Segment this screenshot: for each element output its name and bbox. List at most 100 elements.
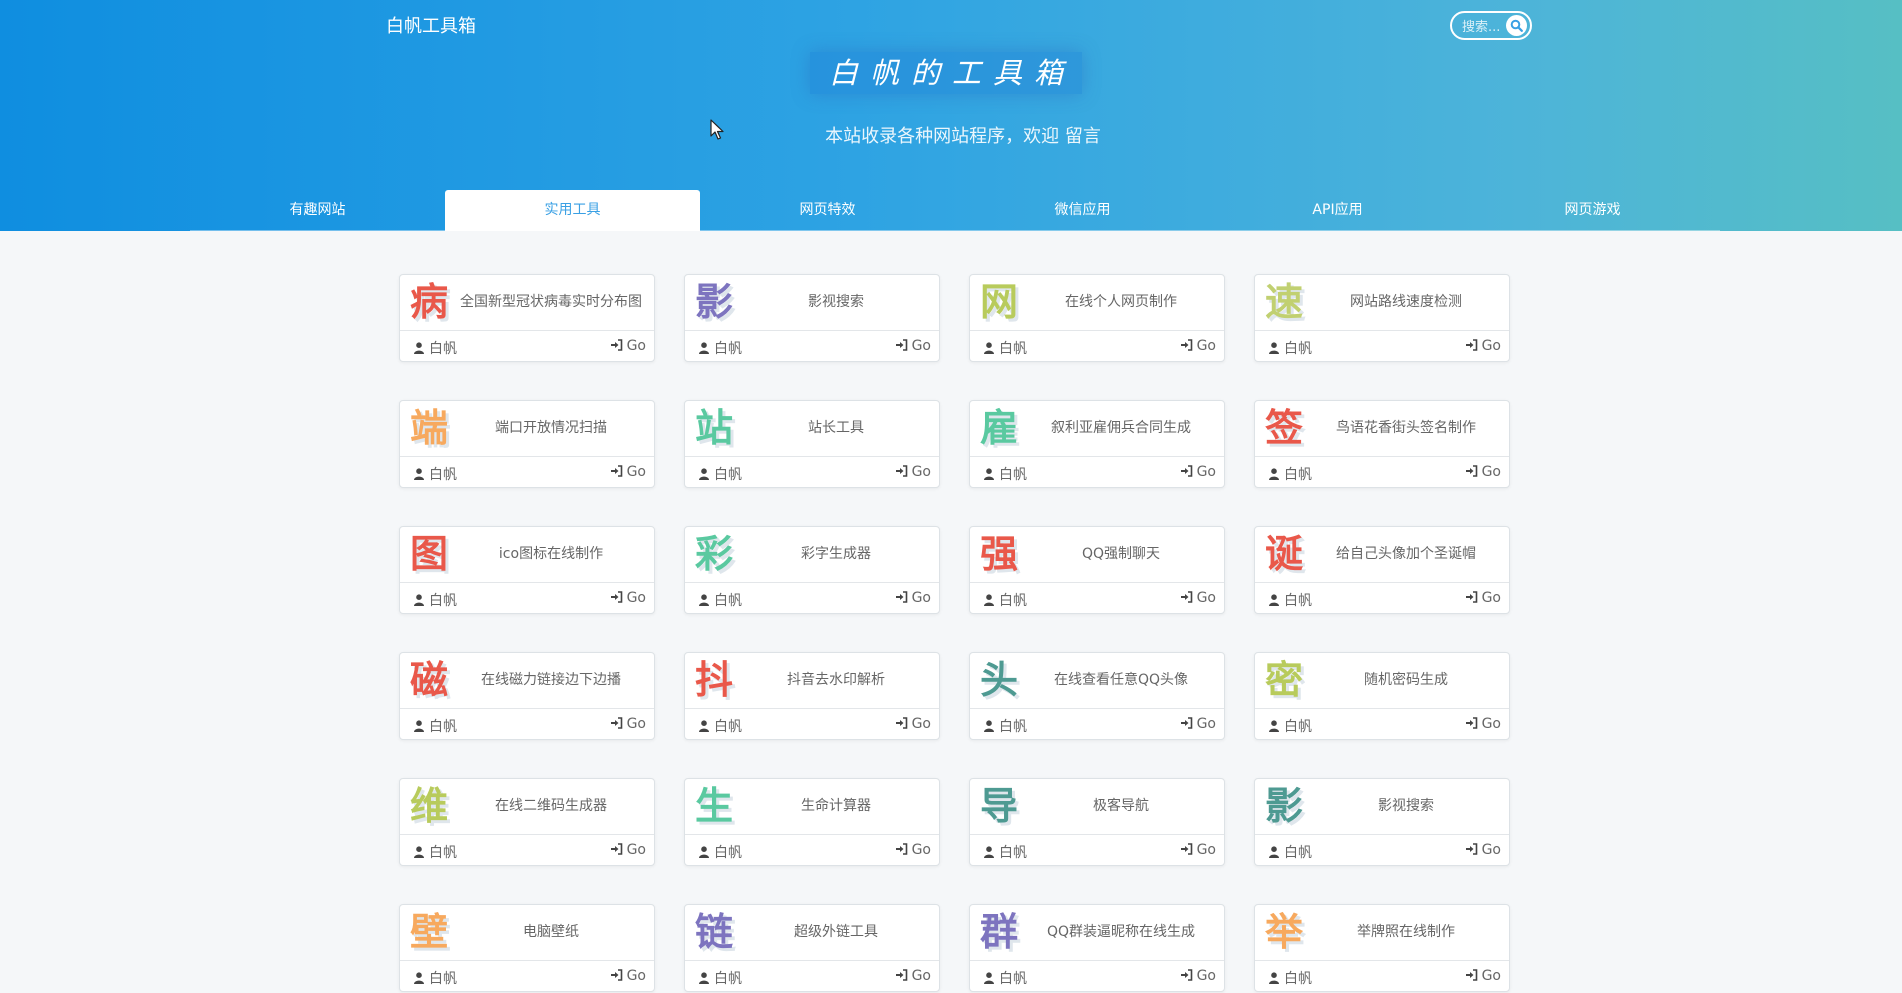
tool-card[interactable]: 强 QQ强制聊天 白帆 Go	[969, 526, 1225, 614]
go-button[interactable]: Go	[610, 968, 646, 984]
tool-name[interactable]: 站长工具	[741, 401, 931, 456]
tool-name[interactable]: 影视搜索	[1311, 779, 1501, 834]
user-icon	[414, 846, 424, 858]
tool-card[interactable]: 链 超级外链工具 白帆 Go	[684, 904, 940, 992]
go-button[interactable]: Go	[610, 716, 646, 732]
category-tab-2[interactable]: 实用工具	[445, 190, 700, 231]
tool-name[interactable]: QQ群装逼昵称在线生成	[1026, 905, 1216, 960]
go-button[interactable]: Go	[1180, 842, 1216, 858]
tool-badge: 生	[695, 784, 734, 828]
go-label: Go	[911, 338, 931, 354]
search-input[interactable]	[1460, 16, 1510, 38]
tool-name[interactable]: 端口开放情况扫描	[456, 401, 646, 456]
go-button[interactable]: Go	[1465, 842, 1501, 858]
tool-card[interactable]: 网 在线个人网页制作 白帆 Go	[969, 274, 1225, 362]
tool-name[interactable]: 超级外链工具	[741, 905, 931, 960]
go-button[interactable]: Go	[1465, 464, 1501, 480]
go-button[interactable]: Go	[610, 464, 646, 480]
tool-card-header: 速 网站路线速度检测	[1255, 275, 1509, 331]
tool-name[interactable]: 叙利亚雇佣兵合同生成	[1026, 401, 1216, 456]
tool-card[interactable]: 诞 给自己头像加个圣诞帽 白帆 Go	[1254, 526, 1510, 614]
tool-author: 白帆	[1269, 968, 1312, 988]
category-tab-3[interactable]: 网页特效	[700, 190, 955, 231]
go-button[interactable]: Go	[895, 968, 931, 984]
tool-card[interactable]: 签 鸟语花香街头签名制作 白帆 Go	[1254, 400, 1510, 488]
go-button[interactable]: Go	[1465, 338, 1501, 354]
tool-card[interactable]: 站 站长工具 白帆 Go	[684, 400, 940, 488]
tool-name[interactable]: 影视搜索	[741, 275, 931, 330]
tool-card[interactable]: 抖 抖音去水印解析 白帆 Go	[684, 652, 940, 740]
tool-author: 白帆	[414, 968, 457, 988]
tool-card[interactable]: 举 举牌照在线制作 白帆 Go	[1254, 904, 1510, 992]
go-button[interactable]: Go	[895, 338, 931, 354]
tool-name[interactable]: QQ强制聊天	[1026, 527, 1216, 582]
tool-name[interactable]: 在线查看任意QQ头像	[1026, 653, 1216, 708]
tool-card-footer: 白帆 Go	[970, 457, 1224, 489]
tool-card[interactable]: 导 极客导航 白帆 Go	[969, 778, 1225, 866]
go-button[interactable]: Go	[895, 464, 931, 480]
tool-name[interactable]: 随机密码生成	[1311, 653, 1501, 708]
tool-card[interactable]: 端 端口开放情况扫描 白帆 Go	[399, 400, 655, 488]
go-button[interactable]: Go	[1180, 338, 1216, 354]
go-button[interactable]: Go	[895, 716, 931, 732]
category-tab-5[interactable]: API应用	[1210, 190, 1465, 231]
sign-in-icon	[1465, 339, 1477, 351]
go-button[interactable]: Go	[1180, 716, 1216, 732]
tool-author: 白帆	[984, 338, 1027, 358]
tool-name[interactable]: 给自己头像加个圣诞帽	[1311, 527, 1501, 582]
go-button[interactable]: Go	[610, 842, 646, 858]
tool-author: 白帆	[984, 842, 1027, 862]
search-button[interactable]	[1506, 15, 1527, 36]
category-tab-6[interactable]: 网页游戏	[1465, 190, 1720, 231]
tool-card[interactable]: 彩 彩字生成器 白帆 Go	[684, 526, 940, 614]
tool-name[interactable]: 在线个人网页制作	[1026, 275, 1216, 330]
tool-name[interactable]: 生命计算器	[741, 779, 931, 834]
tool-card[interactable]: 磁 在线磁力链接边下边播 白帆 Go	[399, 652, 655, 740]
go-button[interactable]: Go	[1465, 968, 1501, 984]
go-button[interactable]: Go	[895, 842, 931, 858]
tool-author: 白帆	[984, 590, 1027, 610]
tool-card[interactable]: 壁 电脑壁纸 白帆 Go	[399, 904, 655, 992]
tool-card[interactable]: 密 随机密码生成 白帆 Go	[1254, 652, 1510, 740]
tool-card[interactable]: 群 QQ群装逼昵称在线生成 白帆 Go	[969, 904, 1225, 992]
tool-name[interactable]: 全国新型冠状病毒实时分布图	[456, 275, 646, 330]
tool-name[interactable]: 极客导航	[1026, 779, 1216, 834]
site-brand[interactable]: 白帆工具箱	[386, 12, 476, 38]
tool-name[interactable]: 鸟语花香街头签名制作	[1311, 401, 1501, 456]
go-label: Go	[626, 338, 646, 354]
tool-badge: 磁	[410, 658, 449, 702]
tool-name[interactable]: ico图标在线制作	[456, 527, 646, 582]
go-button[interactable]: Go	[610, 338, 646, 354]
tool-name[interactable]: 电脑壁纸	[456, 905, 646, 960]
tool-card[interactable]: 生 生命计算器 白帆 Go	[684, 778, 940, 866]
tool-name[interactable]: 在线磁力链接边下边播	[456, 653, 646, 708]
tool-card[interactable]: 图 ico图标在线制作 白帆 Go	[399, 526, 655, 614]
tool-name[interactable]: 举牌照在线制作	[1311, 905, 1501, 960]
sign-in-icon	[1180, 465, 1192, 477]
tool-card[interactable]: 维 在线二维码生成器 白帆 Go	[399, 778, 655, 866]
go-button[interactable]: Go	[1465, 716, 1501, 732]
tool-name[interactable]: 彩字生成器	[741, 527, 931, 582]
tool-card[interactable]: 影 影视搜索 白帆 Go	[684, 274, 940, 362]
category-tab-4[interactable]: 微信应用	[955, 190, 1210, 231]
tool-card[interactable]: 速 网站路线速度检测 白帆 Go	[1254, 274, 1510, 362]
go-button[interactable]: Go	[610, 590, 646, 606]
tool-card[interactable]: 头 在线查看任意QQ头像 白帆 Go	[969, 652, 1225, 740]
go-button[interactable]: Go	[1180, 590, 1216, 606]
sign-in-icon	[1465, 465, 1477, 477]
sign-in-icon	[1180, 591, 1192, 603]
user-icon	[1269, 720, 1279, 732]
category-tab-1[interactable]: 有趣网站	[190, 190, 445, 231]
go-button[interactable]: Go	[895, 590, 931, 606]
tool-card[interactable]: 影 影视搜索 白帆 Go	[1254, 778, 1510, 866]
tool-card[interactable]: 雇 叙利亚雇佣兵合同生成 白帆 Go	[969, 400, 1225, 488]
tool-card[interactable]: 病 全国新型冠状病毒实时分布图 白帆 Go	[399, 274, 655, 362]
tool-name[interactable]: 网站路线速度检测	[1311, 275, 1501, 330]
go-button[interactable]: Go	[1180, 968, 1216, 984]
tool-author: 白帆	[984, 464, 1027, 484]
go-button[interactable]: Go	[1465, 590, 1501, 606]
go-button[interactable]: Go	[1180, 464, 1216, 480]
tool-name[interactable]: 抖音去水印解析	[741, 653, 931, 708]
tool-author: 白帆	[699, 968, 742, 988]
tool-name[interactable]: 在线二维码生成器	[456, 779, 646, 834]
